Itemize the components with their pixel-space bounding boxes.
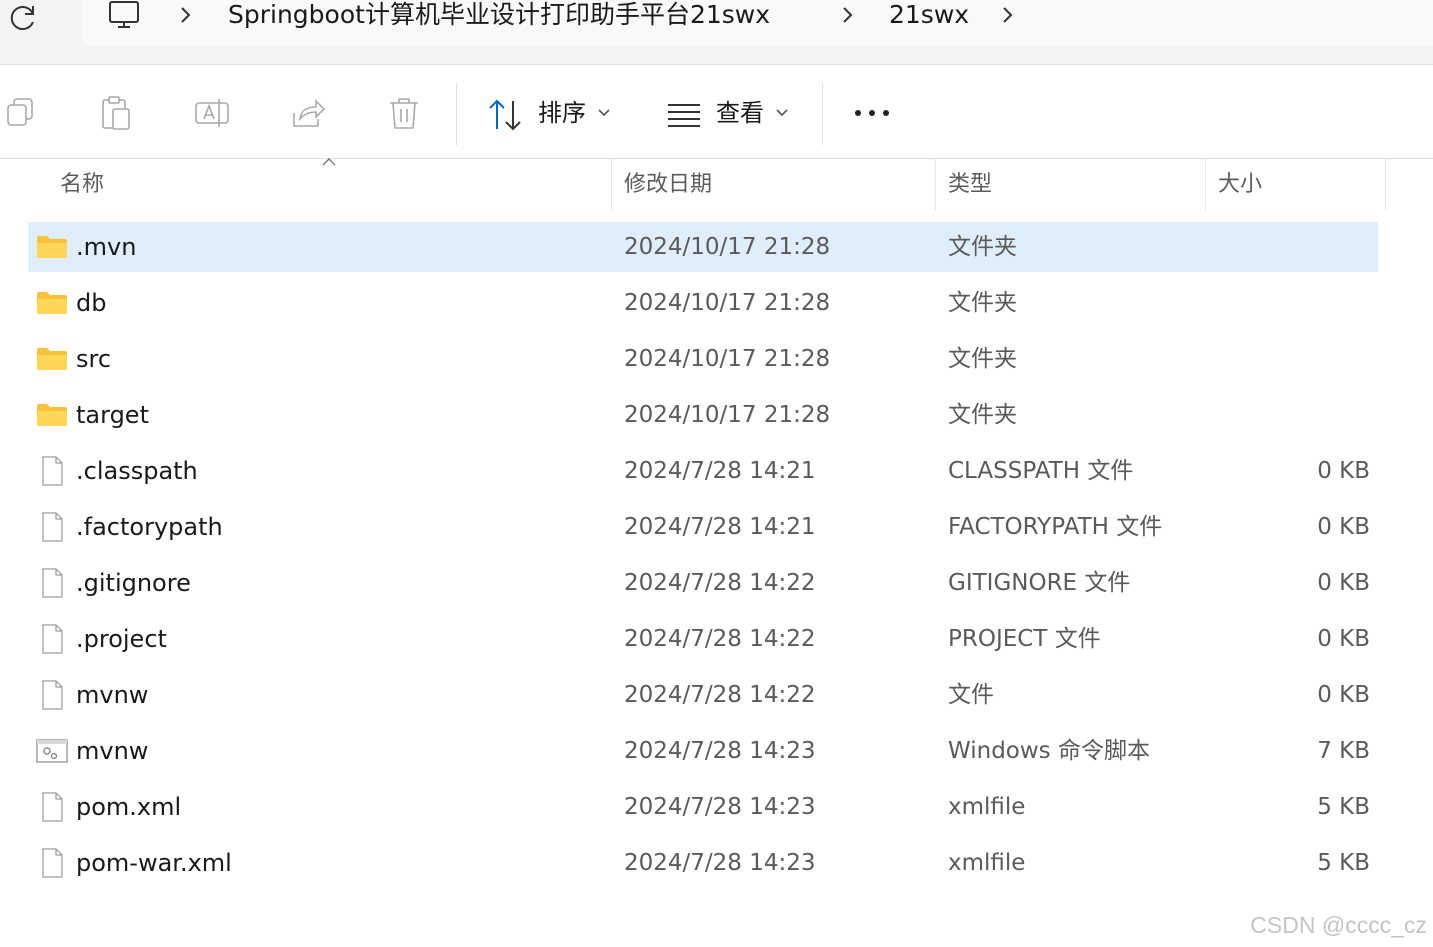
file-size: 0 KB [1317,514,1370,540]
command-bar: 排序 查看 [0,65,1433,159]
chevron-down-icon[interactable] [597,107,611,117]
file-date: 2024/10/17 21:28 [624,290,831,316]
file-date: 2024/10/17 21:28 [624,346,831,372]
this-pc-icon[interactable] [106,0,142,32]
file-name: db [76,289,107,317]
file-icon [36,624,68,654]
folder-icon [36,288,68,318]
file-name: .project [76,625,167,653]
file-date: 2024/7/28 14:22 [624,626,816,652]
file-row[interactable]: .gitignore 2024/7/28 14:22 GITIGNORE 文件 0 K… [28,558,1378,608]
file-size: 5 KB [1317,794,1370,820]
file-type: xmlfile [948,850,1026,876]
file-size: 0 KB [1317,570,1370,596]
file-name: .factorypath [76,513,223,541]
file-size: 0 KB [1317,682,1370,708]
file-type: CLASSPATH 文件 [948,458,1134,484]
chevron-down-icon[interactable] [775,107,789,117]
file-type: GITIGNORE 文件 [948,570,1131,596]
file-size: 0 KB [1317,458,1370,484]
folder-icon [36,400,68,430]
file-name: mvnw [76,681,149,709]
file-size: 0 KB [1317,626,1370,652]
file-row[interactable]: pom.xml 2024/7/28 14:23 xmlfile 5 KB [28,782,1378,832]
copy-icon[interactable] [2,93,42,133]
toolbar-divider [456,83,457,145]
file-name: target [76,401,149,429]
file-row[interactable]: src 2024/10/17 21:28 文件夹 [28,334,1378,384]
file-date: 2024/10/17 21:28 [624,234,831,260]
file-date: 2024/7/28 14:22 [624,682,816,708]
script-icon [36,736,68,766]
file-date: 2024/7/28 14:23 [624,850,816,876]
file-date: 2024/7/28 14:23 [624,794,816,820]
file-row[interactable]: .classpath 2024/7/28 14:21 CLASSPATH 文件 0 K… [28,446,1378,496]
breadcrumb-chevron-icon[interactable] [838,2,858,28]
more-options-icon[interactable] [852,103,892,123]
file-name: .mvn [76,233,137,261]
sort-ascending-caret-icon [322,158,336,166]
file-icon [36,512,68,542]
file-row[interactable]: db 2024/10/17 21:28 文件夹 [28,278,1378,328]
paste-icon[interactable] [96,93,136,133]
view-lines-icon[interactable] [664,97,704,137]
file-row[interactable]: .factorypath 2024/7/28 14:21 FACTORYPATH 文… [28,502,1378,552]
column-header-size[interactable]: 大小 [1206,158,1385,212]
file-row[interactable]: pom-war.xml 2024/7/28 14:23 xmlfile 5 KB [28,838,1378,888]
toolbar-divider [822,83,823,145]
file-icon [36,568,68,598]
file-date: 2024/7/28 14:21 [624,458,816,484]
file-icon [36,456,68,486]
breadcrumb-item-folder[interactable]: 21swx [889,0,969,32]
file-type: 文件夹 [948,234,1017,260]
rename-icon[interactable] [192,93,232,133]
file-icon [36,848,68,878]
folder-icon [36,344,68,374]
file-row[interactable]: mvnw 2024/7/28 14:22 文件 0 KB [28,670,1378,720]
view-button[interactable]: 查看 [716,98,764,128]
column-header-date[interactable]: 修改日期 [612,158,935,212]
file-type: 文件 [948,682,994,708]
file-name: src [76,345,112,373]
file-size: 7 KB [1317,738,1370,764]
share-icon[interactable] [288,93,328,133]
folder-icon [36,232,68,262]
column-header-type[interactable]: 类型 [936,158,1205,212]
refresh-icon[interactable] [6,0,40,34]
file-row[interactable]: mvnw 2024/7/28 14:23 Windows 命令脚本 7 KB [28,726,1378,776]
address-bar-area: Springboot计算机毕业设计打印助手平台21swx 21swx [0,0,1433,65]
file-row[interactable]: .mvn 2024/10/17 21:28 文件夹 [28,222,1378,272]
file-size: 5 KB [1317,850,1370,876]
sort-button[interactable]: 排序 [538,98,586,128]
file-type: xmlfile [948,794,1026,820]
breadcrumb-chevron-icon[interactable] [998,2,1018,28]
file-type: 文件夹 [948,290,1017,316]
file-date: 2024/7/28 14:22 [624,570,816,596]
file-type: PROJECT 文件 [948,626,1101,652]
column-divider[interactable] [1385,158,1386,210]
file-name: .classpath [76,457,198,485]
watermark: CSDN @cccc_cz [1250,912,1427,938]
file-icon [36,792,68,822]
file-icon [36,680,68,710]
breadcrumb-chevron-icon[interactable] [176,2,196,28]
file-row[interactable]: .project 2024/7/28 14:22 PROJECT 文件 0 KB [28,614,1378,664]
file-type: 文件夹 [948,402,1017,428]
file-row[interactable]: target 2024/10/17 21:28 文件夹 [28,390,1378,440]
file-date: 2024/7/28 14:23 [624,738,816,764]
file-type: FACTORYPATH 文件 [948,514,1163,540]
file-date: 2024/7/28 14:21 [624,514,816,540]
file-name: .gitignore [76,569,191,597]
breadcrumb-item-project[interactable]: Springboot计算机毕业设计打印助手平台21swx [228,0,770,32]
file-type: 文件夹 [948,346,1017,372]
file-name: pom.xml [76,793,182,821]
delete-icon[interactable] [384,93,424,133]
file-type: Windows 命令脚本 [948,738,1150,764]
sort-arrows-icon[interactable] [486,95,526,135]
file-name: mvnw [76,737,149,765]
file-date: 2024/10/17 21:28 [624,402,831,428]
file-name: pom-war.xml [76,849,232,877]
